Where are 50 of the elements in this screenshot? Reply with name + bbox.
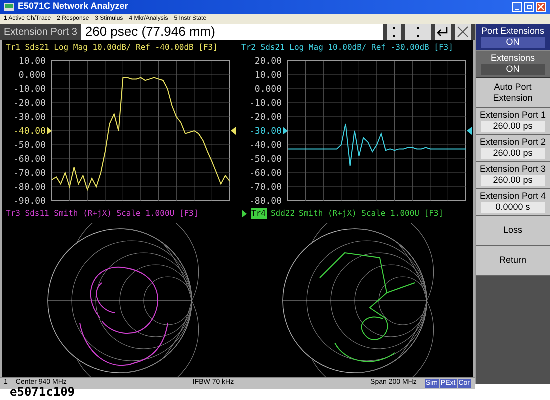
restore-button[interactable] xyxy=(524,2,534,12)
trace-parameter: Sdd22 xyxy=(270,208,296,219)
softkey-label: Port Extensions xyxy=(481,26,545,37)
y-tick-label: 0.000 xyxy=(18,71,46,81)
y-tick-label: -70.00 xyxy=(248,183,282,193)
active-trace-icon xyxy=(242,210,246,218)
softkey-button[interactable]: Loss xyxy=(476,216,550,246)
app-icon xyxy=(4,3,14,11)
y-tick-label: -20.00 xyxy=(13,99,46,109)
y-tick-label: -10.00 xyxy=(13,85,46,95)
spinner-button[interactable] xyxy=(387,24,401,40)
reference-level-label: -40.00 xyxy=(13,127,46,137)
y-tick-label: -50.00 xyxy=(248,155,282,165)
y-tick-label: -70.00 xyxy=(13,169,46,179)
trace-title: Tr2 Sds21 Log Mag 10.00dB/ Ref -30.00dB [F3] xyxy=(242,42,454,53)
close-button[interactable] xyxy=(455,24,471,40)
y-tick-label: 10.00 xyxy=(18,57,46,67)
softkey-button[interactable]: Extension Port 3 260.00 ps xyxy=(476,162,550,189)
trace-title: Smith (R+jX) Scale 1.000U [F3] xyxy=(299,208,444,219)
y-tick-label: 20.00 xyxy=(254,57,282,67)
y-tick-label: -60.00 xyxy=(248,169,282,179)
softkey-button[interactable]: Extension Port 1 260.00 ps xyxy=(476,108,550,135)
y-tick-label: -40.00 xyxy=(248,141,282,151)
y-tick-label: -10.00 xyxy=(248,99,282,109)
entry-label: Extension Port 3 xyxy=(4,26,78,40)
window-title: E5071C Network Analyzer xyxy=(18,0,128,14)
softkey-button[interactable]: Auto Port Extension xyxy=(476,78,550,108)
softkey-button[interactable]: Extension Port 2 260.00 ps xyxy=(476,135,550,162)
softkey-button[interactable]: Extension Port 4 0.0000 s xyxy=(476,189,550,216)
trace-title: Tr3 Sds11 Smith (R+jX) Scale 1.000U [F3] xyxy=(6,208,199,219)
y-tick-label: -90.00 xyxy=(13,197,46,207)
extensions-toggle-button[interactable]: Extensions ON xyxy=(476,51,550,78)
enter-button[interactable] xyxy=(435,24,451,40)
return-button[interactable]: Return xyxy=(476,246,550,276)
y-tick-label: 10.00 xyxy=(254,71,282,81)
y-tick-label: -60.00 xyxy=(13,155,46,165)
close-button[interactable] xyxy=(536,2,546,12)
y-tick-label: 0.000 xyxy=(254,85,282,95)
reference-level-label: -30.00 xyxy=(248,127,282,137)
y-tick-label: -50.00 xyxy=(13,141,46,151)
minimize-button[interactable] xyxy=(512,2,522,12)
y-tick-label: -30.00 xyxy=(13,113,46,123)
y-tick-label: -80.00 xyxy=(248,197,282,207)
caption: e5071c109 xyxy=(10,384,76,400)
y-tick-label: -80.00 xyxy=(13,183,46,193)
softkey-state: ON xyxy=(481,37,545,48)
y-tick-label: -20.00 xyxy=(248,113,282,123)
trace-title: Tr1 Sds21 Log Mag 10.00dB/ Ref -40.00dB [F3] xyxy=(6,42,218,53)
trace-badge[interactable]: Tr4 xyxy=(250,208,267,219)
entry-field[interactable]: 260 psec (77.946 mm) xyxy=(81,24,383,40)
